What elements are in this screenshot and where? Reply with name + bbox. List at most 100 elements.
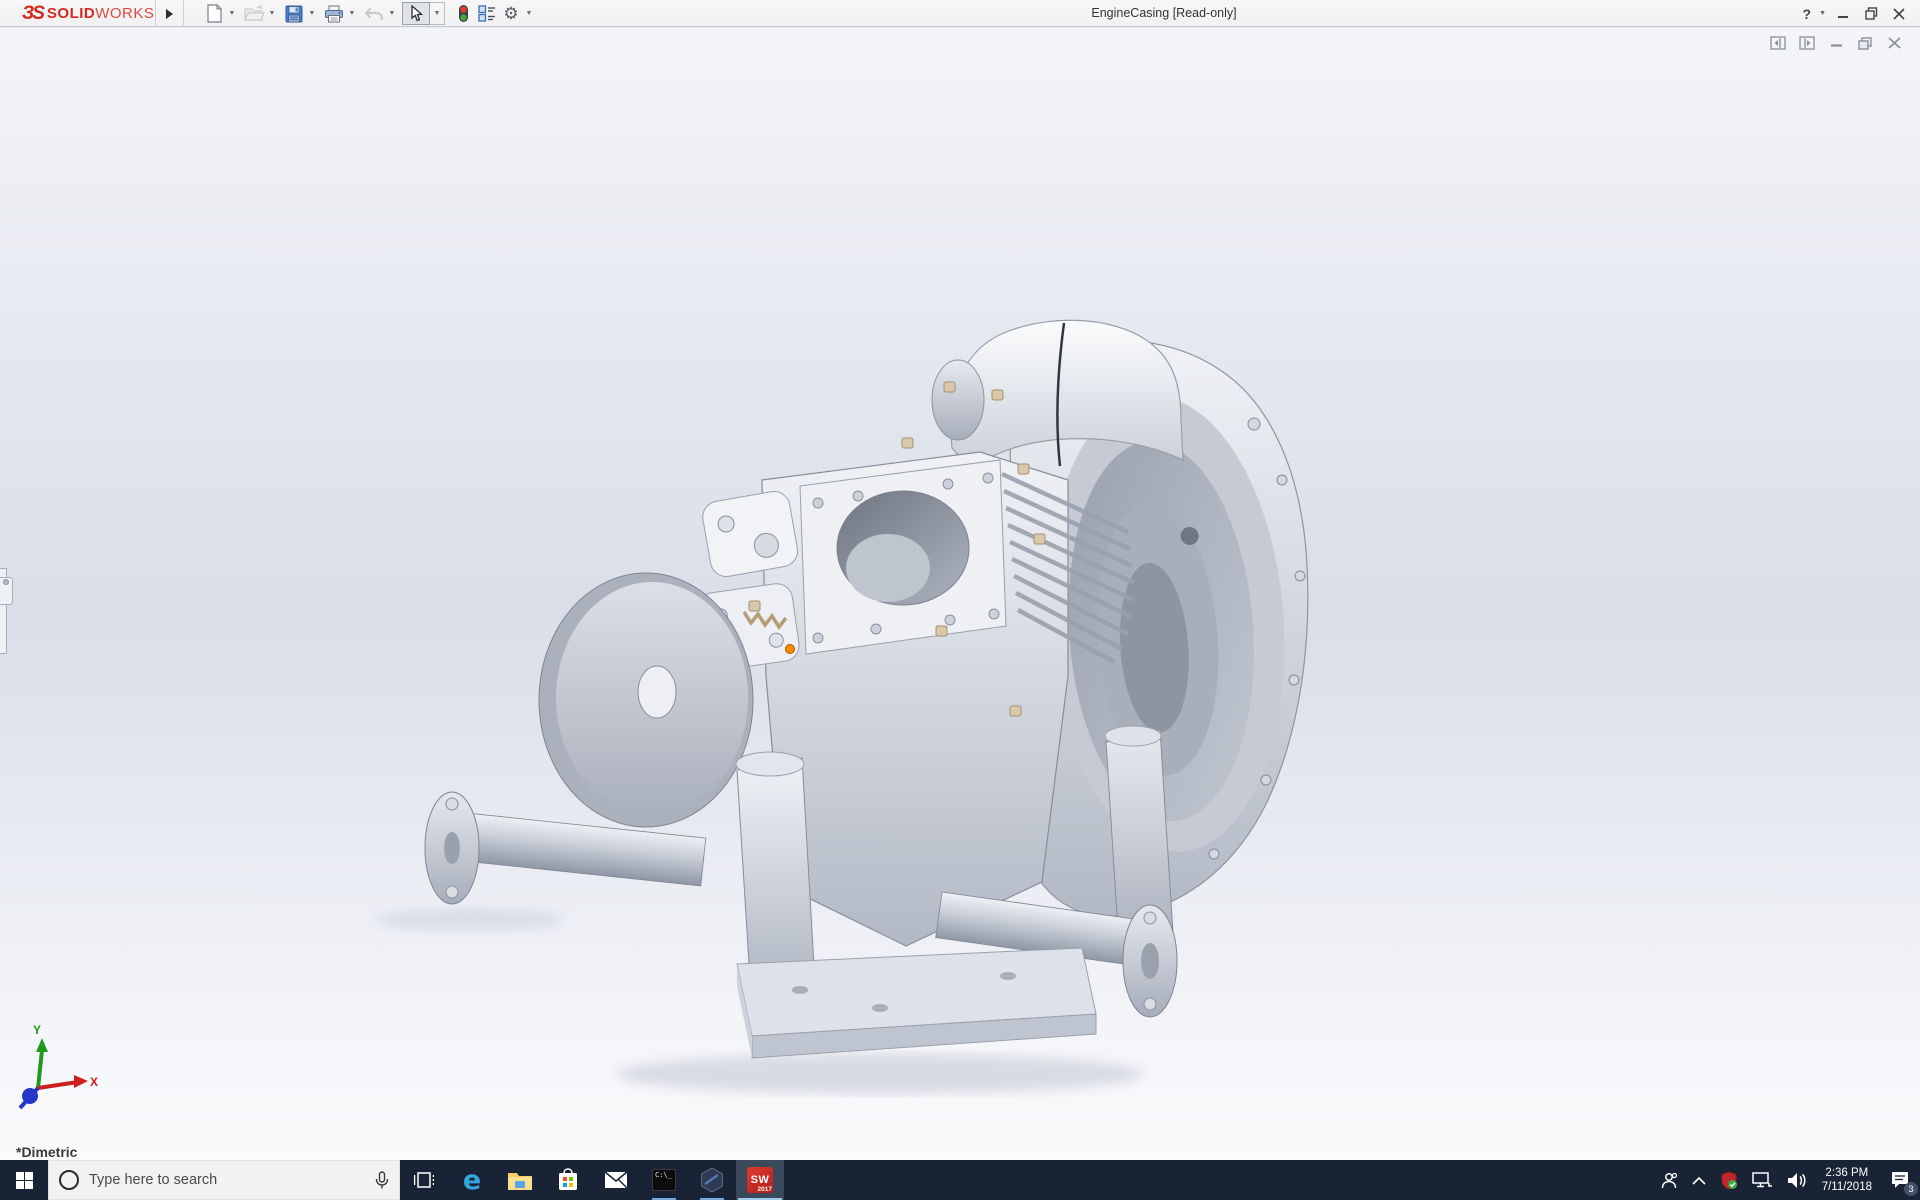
- toolbar-separator: [183, 0, 184, 27]
- task-view-button[interactable]: [400, 1160, 448, 1200]
- flange-hole: [445, 797, 459, 811]
- taskbar-app-3d-viewer[interactable]: [688, 1160, 736, 1200]
- solidworks-resource-monitor[interactable]: [1713, 1160, 1745, 1200]
- select-tool-button[interactable]: [402, 2, 430, 25]
- file-explorer-icon: [508, 1172, 532, 1190]
- titlebar-controls: ? ▼: [1801, 0, 1911, 27]
- edge-icon: e: [462, 1164, 482, 1196]
- gear-icon: ⚙: [503, 4, 519, 23]
- taskbar-search[interactable]: [48, 1160, 400, 1200]
- document-close-icon: [1887, 37, 1901, 49]
- undo-caret[interactable]: ▼: [386, 2, 398, 25]
- close-button[interactable]: [1888, 4, 1910, 24]
- collapse-pane-right-button[interactable]: [1797, 34, 1817, 52]
- minimize-icon: [1838, 15, 1848, 18]
- y-axis-label: Y: [33, 1024, 41, 1037]
- new-document-button[interactable]: [202, 2, 226, 25]
- taskbar-app-file-explorer[interactable]: [496, 1160, 544, 1200]
- document-restore-button[interactable]: [1855, 34, 1875, 52]
- collapse-pane-left-button[interactable]: [1768, 34, 1788, 52]
- file-properties-icon: [478, 5, 495, 22]
- print-icon: [325, 5, 343, 22]
- taskbar-app-edge[interactable]: e: [448, 1160, 496, 1200]
- shaft-shadow: [375, 908, 565, 932]
- undo-button[interactable]: [362, 2, 386, 25]
- open-document-caret[interactable]: ▼: [266, 2, 278, 25]
- action-center-button[interactable]: 3: [1880, 1160, 1920, 1200]
- print-button[interactable]: [322, 2, 346, 25]
- sw-year: 2017: [757, 1186, 772, 1193]
- document-minimize-icon: [1830, 44, 1842, 47]
- volume-button[interactable]: [1780, 1160, 1814, 1200]
- save-button[interactable]: [282, 2, 306, 25]
- solidworks-app-window: ЗS SOLID WORKS ▼ ▼ ▼ ▼ ▼ ▼ ⚙ ▼ EngineCas…: [0, 0, 1920, 1200]
- pane-left-icon: [1770, 36, 1786, 50]
- file-properties-button[interactable]: [475, 2, 499, 25]
- housing-bolt: [1247, 417, 1261, 431]
- window-title: EngineCasing [Read-only]: [1091, 6, 1237, 20]
- solidworks-app-icon: SW 2017: [747, 1167, 773, 1193]
- housing-bolt: [1276, 474, 1288, 486]
- options-caret[interactable]: ▼: [523, 2, 535, 25]
- bore-inner-wall: [846, 534, 930, 602]
- orientation-triad: Y X: [18, 1024, 98, 1110]
- minimize-button[interactable]: [1832, 4, 1854, 24]
- select-tool-caret[interactable]: ▼: [430, 2, 445, 25]
- taskbar-app-solidworks[interactable]: SW 2017: [736, 1160, 784, 1200]
- taskbar-clock[interactable]: 2:36 PM 7/11/2018: [1814, 1166, 1880, 1194]
- document-minimize-button[interactable]: [1826, 34, 1846, 52]
- restore-button[interactable]: [1860, 4, 1882, 24]
- system-tray: 2:36 PM 7/11/2018 3: [1653, 1160, 1920, 1200]
- network-icon: [1751, 1171, 1772, 1187]
- menu-flyout-button[interactable]: [160, 3, 178, 24]
- arm-cap: [735, 751, 805, 777]
- rebuild-traffic-light-icon: [458, 5, 468, 22]
- selection-point-marker[interactable]: [785, 644, 795, 654]
- options-button[interactable]: ⚙: [499, 2, 523, 25]
- document-restore-icon: [1858, 36, 1872, 50]
- save-caret[interactable]: ▼: [306, 2, 318, 25]
- hidden-icons-button[interactable]: [1685, 1160, 1713, 1200]
- task-view-icon: [414, 1172, 434, 1188]
- mail-icon: [604, 1171, 628, 1189]
- windows-logo-icon: [15, 1171, 33, 1189]
- document-close-button[interactable]: [1884, 34, 1904, 52]
- help-button[interactable]: ?: [1801, 6, 1814, 22]
- pane-right-icon: [1799, 36, 1815, 50]
- graphics-viewport[interactable]: Y X *Dimetric: [0, 28, 1920, 1160]
- people-button[interactable]: [1653, 1160, 1685, 1200]
- print-caret[interactable]: ▼: [346, 2, 358, 25]
- taskbar-app-store[interactable]: [544, 1160, 592, 1200]
- taskbar-app-mail[interactable]: [592, 1160, 640, 1200]
- open-document-button[interactable]: [242, 2, 266, 25]
- rebuild-button[interactable]: [451, 2, 475, 25]
- store-icon: [559, 1168, 577, 1190]
- engine-casing-model[interactable]: [0, 28, 1920, 1160]
- arm-cap: [1104, 725, 1162, 747]
- dassault-logo-mark: ЗS: [22, 2, 45, 24]
- z-axis-ball: [22, 1088, 38, 1104]
- cover-stub: [931, 359, 985, 441]
- taskbar-app-command-prompt[interactable]: C:\_: [640, 1160, 688, 1200]
- search-input[interactable]: [89, 1172, 365, 1188]
- new-document-icon: [206, 4, 222, 23]
- save-icon: [285, 5, 303, 22]
- clock-date: 7/11/2018: [1821, 1181, 1872, 1193]
- new-document-caret[interactable]: ▼: [226, 2, 238, 25]
- quick-access-toolbar: ▼ ▼ ▼ ▼ ▼ ▼ ⚙ ▼: [202, 2, 539, 25]
- logo-text-solid: SOLID: [46, 5, 96, 22]
- sw-shield-icon: [1721, 1170, 1737, 1190]
- command-prompt-icon: C:\_: [652, 1169, 676, 1191]
- help-caret[interactable]: ▼: [1819, 10, 1826, 17]
- toolbar-separator: [155, 0, 156, 27]
- hexagon-app-icon: [701, 1167, 723, 1193]
- flange-hub: [1141, 943, 1159, 979]
- flyout-arrow-icon: [165, 8, 173, 19]
- start-button[interactable]: [0, 1160, 48, 1200]
- microphone-icon[interactable]: [375, 1170, 389, 1190]
- y-axis-arrow: [36, 1038, 48, 1052]
- x-axis-label: X: [90, 1075, 98, 1089]
- network-button[interactable]: [1745, 1160, 1780, 1200]
- people-icon: [1661, 1172, 1677, 1188]
- flange-hole: [1143, 911, 1157, 925]
